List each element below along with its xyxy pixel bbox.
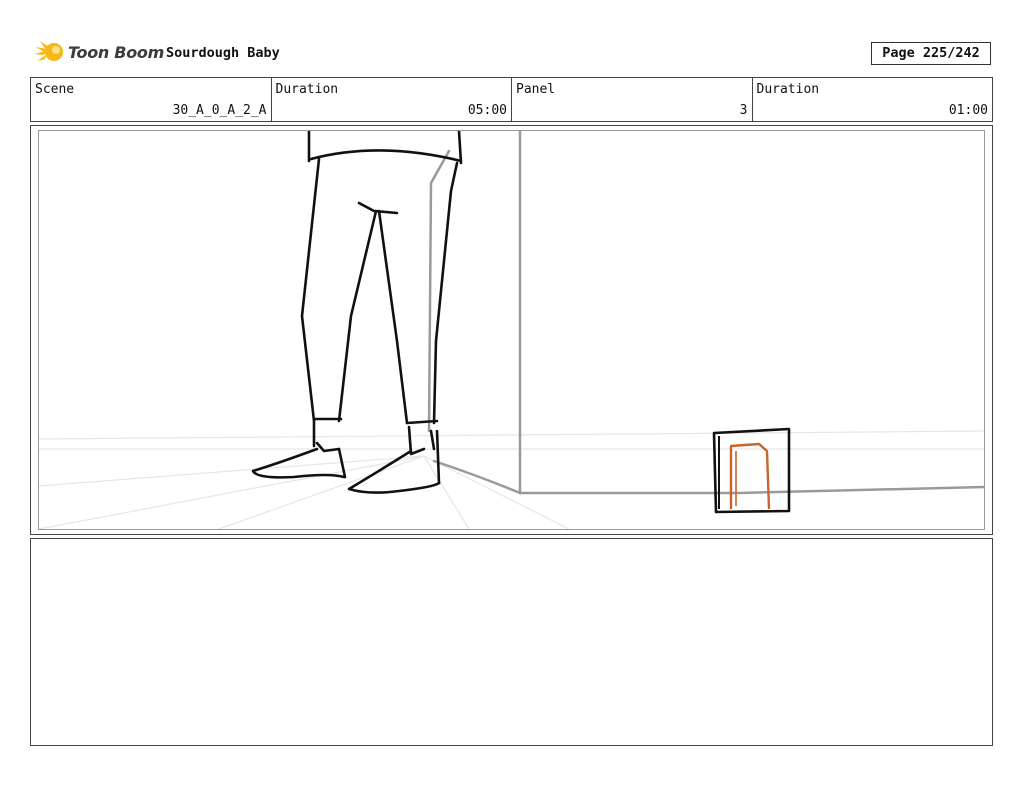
panel-notes-area [30, 538, 993, 746]
wall-corner [427, 131, 984, 495]
scene-label: Scene [35, 82, 75, 97]
panel-duration-cell: Duration 01:00 [753, 78, 993, 121]
panel-duration-value: 01:00 [948, 103, 988, 118]
project-title: Sourdough Baby [166, 45, 280, 61]
panel-duration-label: Duration [756, 82, 820, 97]
panel-info-row: Scene 30_A_0_A_2_A Duration 05:00 Panel … [30, 77, 993, 122]
page-number: Page 225/242 [871, 42, 991, 65]
perspective-lines [39, 430, 984, 529]
panel-value: 3 [739, 103, 748, 118]
panel-frame [30, 125, 993, 535]
scene-duration-value: 05:00 [467, 103, 507, 118]
panel-image [38, 130, 985, 530]
doorway-box [712, 427, 791, 514]
scene-cell: Scene 30_A_0_A_2_A [31, 78, 272, 121]
logo-text: Toon Boom [68, 43, 164, 62]
scene-duration-cell: Duration 05:00 [272, 78, 512, 121]
panel-cell: Panel 3 [512, 78, 753, 121]
storyboard-sketch [39, 131, 984, 529]
scene-value: 30_A_0_A_2_A [172, 103, 267, 118]
panel-label: Panel [516, 82, 556, 97]
scene-duration-label: Duration [275, 82, 339, 97]
